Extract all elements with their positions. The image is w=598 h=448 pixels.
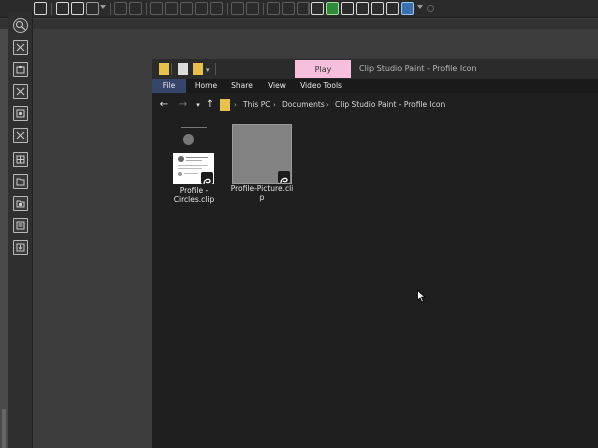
clip-studio-subbar: [0, 19, 598, 29]
file-name-line: Circles.clip: [173, 195, 215, 204]
file-item[interactable]: Profile - Circles.clip: [170, 125, 218, 209]
command-bar-icon[interactable]: [34, 2, 47, 15]
forward-arrow-icon[interactable]: →: [177, 98, 189, 112]
snap-icon[interactable]: [282, 2, 295, 15]
clip-studio-icon[interactable]: [326, 2, 339, 15]
breadcrumb-separator-icon: ›: [273, 101, 276, 109]
ribbon-tabs: File Home Share View Video Tools: [152, 79, 598, 93]
open-icon[interactable]: [71, 2, 84, 15]
desktop: ▾ Play Clip Studio Paint - Profile Icon …: [0, 0, 598, 448]
toolbar-divider: [110, 3, 111, 15]
show-selection-icon[interactable]: [267, 2, 280, 15]
toolbar-divider: [51, 3, 52, 15]
save-dropdown-icon[interactable]: [100, 5, 106, 9]
delete-icon[interactable]: [13, 128, 28, 143]
tab-file[interactable]: File: [152, 79, 186, 93]
toolbar-divider: [146, 3, 147, 15]
file-name: Profile - Circles.clip: [166, 186, 222, 204]
title-divider: [171, 63, 172, 75]
document-icon[interactable]: [13, 218, 28, 233]
tab-video-tools[interactable]: Video Tools: [297, 79, 345, 93]
toolbar-more-icon[interactable]: [417, 5, 423, 9]
breadcrumb-separator-icon: ›: [234, 101, 237, 109]
title-bar: ▾ Play Clip Studio Paint - Profile Icon: [152, 59, 598, 79]
customize-quick-access-icon[interactable]: ▾: [206, 66, 210, 74]
undo-icon[interactable]: [114, 2, 127, 15]
file-name-line: Profile -: [179, 186, 209, 195]
clear-icon[interactable]: [150, 2, 163, 15]
grid-icon[interactable]: [13, 152, 28, 167]
transform-icon[interactable]: [210, 2, 223, 15]
left-gutter: [0, 29, 8, 448]
new-folder-icon[interactable]: [193, 63, 203, 75]
breadcrumb-documents[interactable]: Documents: [282, 98, 325, 112]
delete-icon[interactable]: [13, 40, 28, 55]
brush-icon[interactable]: [371, 2, 384, 15]
layer-icon[interactable]: [401, 2, 414, 15]
breadcrumb-this-pc[interactable]: This PC: [243, 98, 270, 112]
thumbnail-preview-bg: [174, 125, 214, 155]
mouse-cursor-icon: [417, 288, 427, 307]
left-tool-panel: [8, 12, 33, 448]
toolbar-divider: [308, 3, 309, 15]
save-icon[interactable]: [86, 2, 99, 15]
cut-icon[interactable]: [165, 2, 178, 15]
contextual-tab-play[interactable]: Play: [295, 60, 351, 78]
recent-locations-icon[interactable]: ▾: [192, 98, 204, 112]
help-icon[interactable]: [311, 2, 324, 15]
pen-icon[interactable]: [356, 2, 369, 15]
clip-studio-file-icon: [201, 172, 213, 185]
toolbar-divider: [227, 3, 228, 15]
invert-selection-icon[interactable]: [246, 2, 259, 15]
up-arrow-icon[interactable]: ↑: [204, 98, 216, 112]
window-title: Clip Studio Paint - Profile Icon: [359, 64, 477, 73]
file-explorer-window: ▾ Play Clip Studio Paint - Profile Icon …: [152, 59, 598, 448]
copy-icon[interactable]: [180, 2, 193, 15]
new-icon[interactable]: [56, 2, 69, 15]
breadcrumb-current-folder[interactable]: Clip Studio Paint - Profile Icon: [335, 98, 445, 112]
clip-studio-file-icon: [278, 171, 290, 184]
assets-icon[interactable]: [341, 2, 354, 15]
tab-view[interactable]: View: [261, 79, 293, 93]
clip-studio-toolbar: [0, 0, 598, 18]
file-name-line: p: [259, 193, 265, 202]
file-name: Profile-Picture.cli p: [228, 184, 296, 202]
image-icon[interactable]: [13, 62, 28, 77]
paste-icon[interactable]: [195, 2, 208, 15]
delete-icon[interactable]: [13, 84, 28, 99]
title-divider: [215, 63, 216, 75]
deselect-icon[interactable]: [231, 2, 244, 15]
color-icon[interactable]: [386, 2, 399, 15]
properties-icon[interactable]: [178, 63, 188, 75]
redo-icon[interactable]: [129, 2, 142, 15]
tab-home[interactable]: Home: [190, 79, 222, 93]
back-arrow-icon[interactable]: ←: [158, 98, 170, 112]
file-name-line: Profile-Picture.cli: [230, 184, 294, 193]
import-icon[interactable]: [13, 240, 28, 255]
settings-icon[interactable]: [427, 5, 434, 12]
folder-icon: [159, 63, 169, 75]
folder-icon: [220, 99, 230, 111]
scroll-handle[interactable]: [2, 409, 6, 448]
folder-image-icon[interactable]: [13, 196, 28, 211]
star-icon[interactable]: [13, 106, 28, 121]
tab-share[interactable]: Share: [226, 79, 258, 93]
toolbar-divider: [263, 3, 264, 15]
folder-icon[interactable]: [13, 174, 28, 189]
zoom-icon[interactable]: [13, 18, 28, 33]
file-item[interactable]: Profile-Picture.cli p: [230, 123, 294, 207]
breadcrumb-separator-icon: ›: [326, 101, 329, 109]
navigation-bar: ← → ▾ ↑ › This PC › Documents › Clip Stu…: [152, 93, 598, 117]
